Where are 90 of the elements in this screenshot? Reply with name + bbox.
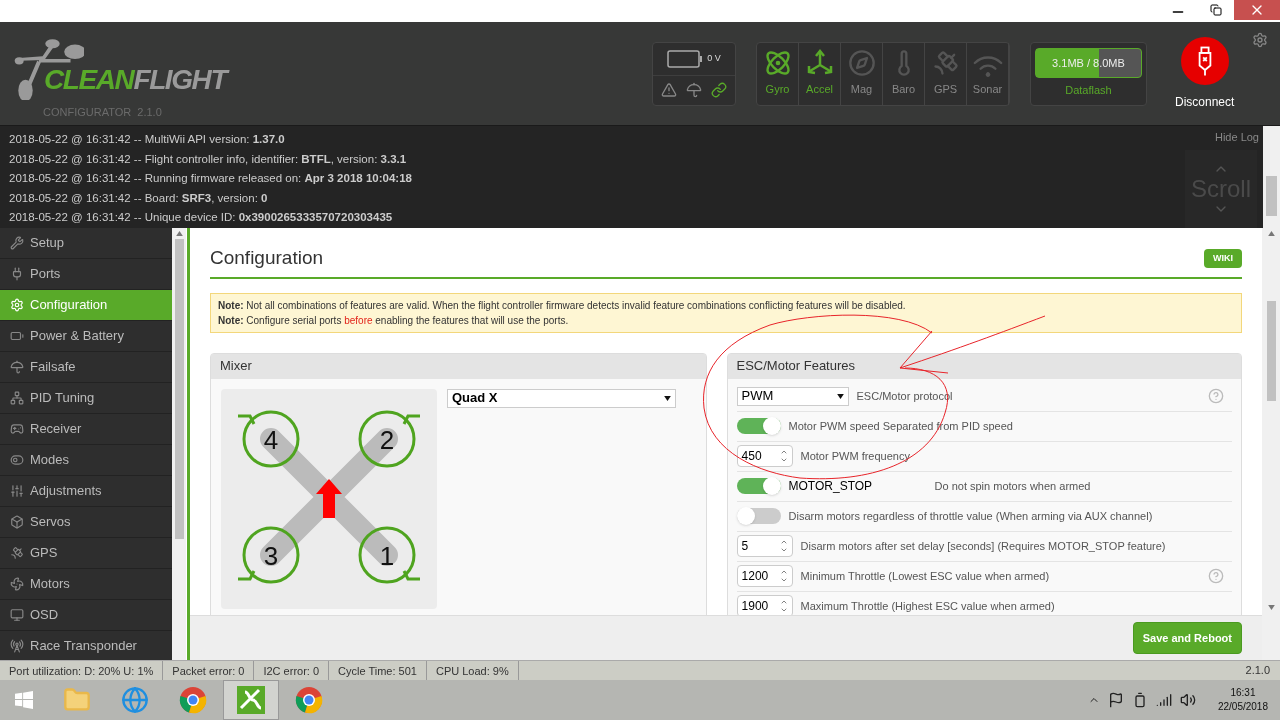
scroll-up-arrow-icon[interactable] (175, 231, 183, 236)
compass-icon (847, 49, 876, 78)
browser-icon (179, 686, 207, 714)
number-field[interactable]: 1200 (736, 565, 793, 587)
plug-icon (10, 267, 24, 281)
dataflash-usage: 3.1MB / 8.0MB (1052, 56, 1125, 71)
scrollbar[interactable] (1263, 126, 1280, 228)
scrollbar-thumb[interactable] (1266, 176, 1277, 216)
fan-icon (10, 577, 24, 591)
motor-number: 4 (263, 424, 279, 455)
note-text: Note: Configure serial ports before enabling the features that will use the ports. (218, 313, 570, 328)
feature-name: MOTOR_STOP (788, 478, 874, 495)
sensor-indicator: Mag (841, 42, 883, 105)
setting-label: Disarm motors after set delay [seconds] (Requires MOTOR_STOP feature) (800, 538, 1166, 554)
clock[interactable]: 16:31 22/05/2018 (1217, 686, 1268, 714)
log-line: 2018-05-22 @ 16:31:42 -- Flight controller info, identifier: BTFL, version: 3.3.1 (9, 151, 408, 167)
protocol-select[interactable]: PWM (736, 386, 849, 406)
panel-title: Mixer (220, 357, 252, 376)
satellite-icon (931, 49, 960, 78)
battery-icon (10, 329, 24, 343)
scroll-up-arrow-icon[interactable] (1267, 231, 1275, 236)
hide-log-link[interactable]: Hide Log (1214, 129, 1259, 146)
battery-icon (667, 49, 704, 68)
scroll-down-arrow-icon[interactable] (1267, 605, 1275, 610)
setting-label: Maximum Throttle (Highest ESC value when armed) (800, 598, 1055, 614)
flag-icon[interactable] (1107, 692, 1124, 708)
setting-label: Motor PWM frequency (800, 448, 910, 464)
voltage-reading: 0 V (707, 51, 721, 65)
motor-number: 1 (379, 540, 395, 571)
log-line: 2018-05-22 @ 16:31:42 -- Unique device ID: 0x3900265333570720303435 (9, 210, 394, 225)
sensor-indicator: Accel (799, 42, 841, 105)
toggle-switch[interactable] (736, 478, 781, 494)
sliders-icon (10, 484, 24, 498)
scrollbar-thumb[interactable] (1266, 300, 1276, 401)
network-icon (10, 391, 24, 405)
sensor-indicator: Baro (883, 42, 925, 105)
taskbar-app[interactable] (223, 680, 279, 720)
atom-icon (763, 49, 792, 78)
sensor-indicator: Sonar (967, 42, 1009, 105)
signal-icon[interactable] (1155, 692, 1172, 708)
close-button[interactable] (1234, 0, 1280, 20)
monitor-icon (10, 608, 24, 622)
note-text: Note: Not all combinations of features are valid. When the flight controller firmware detects invalid feature combinations conflicting features will be disabled. (218, 298, 907, 313)
toggle-switch[interactable] (736, 418, 781, 434)
restore-icon[interactable] (1210, 4, 1222, 16)
setting-label: Do not spin motors when armed (934, 478, 1091, 494)
umbrella-icon (686, 82, 702, 98)
log-line: 2018-05-22 @ 16:31:42 -- Board: SRF3, version: 0 (9, 190, 269, 206)
scrollbar-thumb[interactable] (174, 239, 184, 539)
sensor-indicator: Gyro (757, 42, 799, 105)
gamepad-icon (10, 422, 24, 436)
help-icon[interactable] (1208, 568, 1224, 584)
volume-icon[interactable] (1179, 692, 1196, 708)
toggle-switch[interactable] (736, 508, 781, 524)
gear-icon (10, 298, 24, 312)
setting-label: Minimum Throttle (Lowest ESC value when armed) (800, 568, 1050, 584)
globe-icon (121, 686, 149, 714)
motor-number: 2 (379, 424, 395, 455)
folder-icon (63, 686, 91, 714)
logo-wordmark: CLEAN (44, 66, 134, 94)
tower-icon (10, 639, 24, 653)
motor-number: 3 (263, 540, 279, 571)
logo-wordmark: FLIGHT (133, 66, 227, 94)
dropdown-caret-icon (836, 393, 844, 399)
app-logo-icon (237, 686, 265, 714)
wrench-icon (10, 236, 24, 250)
log-line: 2018-05-22 @ 16:31:42 -- Running firmware released on: Apr 3 2018 10:04:18 (9, 171, 413, 186)
panel-title: ESC/Motor Features (736, 357, 856, 376)
disconnect-label: Disconnect (1175, 93, 1235, 111)
sensor-indicator: GPS (925, 42, 967, 105)
dropdown-caret-icon (664, 395, 671, 401)
umbrella-icon (10, 360, 24, 374)
link-icon (710, 82, 727, 98)
setting-label: Disarm motors regardless of throttle value (When arming via AUX channel) (788, 508, 1153, 524)
status-version: 2.1.0 (1245, 663, 1271, 679)
page-title: Configuration (210, 246, 324, 270)
number-field[interactable]: 1900 (736, 595, 793, 615)
warning-icon (661, 82, 678, 98)
help-icon[interactable] (1208, 388, 1224, 404)
satellite-icon (10, 546, 24, 560)
box-icon (10, 515, 24, 529)
toggle-icon (10, 453, 24, 467)
number-field[interactable]: 450 (736, 445, 793, 467)
log-line: 2018-05-22 @ 16:31:42 -- MultiWii API version: 1.37.0 (9, 132, 286, 147)
windows-start-icon[interactable] (15, 691, 33, 709)
number-field[interactable]: 5 (736, 535, 793, 557)
browser-icon (295, 686, 323, 714)
settings-icon[interactable] (1252, 32, 1268, 48)
dataflash-label: Dataflash (1065, 83, 1112, 99)
mixer-select[interactable]: Quad X (447, 388, 676, 408)
